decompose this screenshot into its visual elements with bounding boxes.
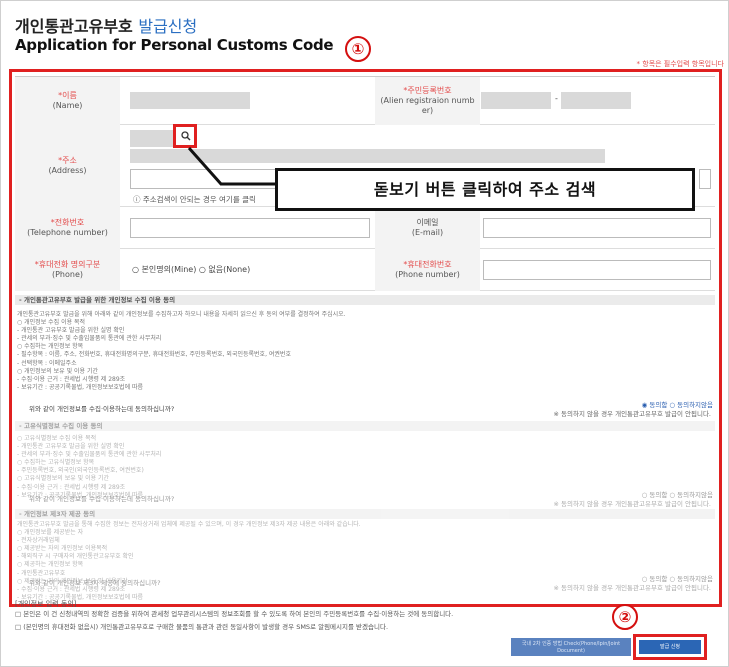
mobile-type-label: *휴대전화 명의구분 (Phone): [15, 249, 120, 291]
notice-line2[interactable]: □ (본인명의 휴대전화 없음시) 개인통관고유부호로 구매한 물품의 통관과 …: [15, 621, 388, 631]
resident-label-kr: *주민등록번호: [403, 86, 452, 95]
application-page: 개인통관고유부호 발급신청 Application for Personal C…: [0, 0, 729, 667]
phone-label: *전화번호 (Telephone number): [15, 207, 120, 249]
name-field[interactable]: [130, 92, 250, 109]
resident-field-first[interactable]: [481, 92, 551, 109]
resident-label: *주민등록번호 (Alien registraion numb er): [375, 77, 480, 125]
sec3-options[interactable]: ○ 동의함 ○ 동의하지않음: [642, 575, 713, 584]
email-label-kr: 이메일: [416, 218, 439, 227]
title-kr-highlight: 발급신청: [138, 17, 198, 36]
phone-label-en: (Telephone number): [27, 228, 108, 237]
mobile-type-options[interactable]: ○ 본인명의(Mine) ○ 없음(None): [132, 264, 250, 275]
sec3-warning: ※ 동의하지 않을 경우 개인통관고유부호 발급이 안됩니다.: [553, 584, 711, 592]
name-label-en: (Name): [52, 101, 83, 110]
page-title-en: Application for Personal Customs Code: [15, 36, 334, 54]
phone-field[interactable]: [130, 218, 370, 238]
address-search-callout: 돋보기 버튼 클릭하여 주소 검색: [275, 168, 695, 211]
sec2-warning: ※ 동의하지 않을 경우 개인통관고유부호 발급이 안됩니다.: [553, 500, 711, 508]
sec1-title: - 개인통관고유부호 발급을 위한 개인정보 수집 이용 동의: [15, 295, 715, 305]
submit-button[interactable]: 발급 신청: [639, 640, 701, 654]
required-note: * 항목은 필수입력 항목입니다: [636, 60, 724, 68]
submit-button-highlight: 발급 신청: [633, 634, 707, 660]
callout-connector: [187, 147, 275, 186]
sec1-warning: ※ 동의하지 않을 경우 개인통관고유부호 발급이 안됩니다.: [553, 410, 711, 418]
sec3-question: 위와 같이 개인정보 제3자 제공에 동의하십니까?: [29, 579, 161, 587]
address-search-button[interactable]: [173, 124, 197, 148]
sec1-body: 개인통관고유부호 발급을 위해 아래와 같이 개인정보를 수집하고자 하오니 내…: [17, 311, 346, 391]
email-label-en: (E-mail): [411, 228, 444, 237]
email-label: 이메일 (E-mail): [375, 207, 480, 249]
mobile-label: *휴대전화번호 (Phone number): [375, 249, 480, 291]
address-label-kr: *주소: [58, 156, 77, 165]
sec3-title: - 개인정보 제3자 제공 동의: [15, 509, 715, 519]
marker-two: ②: [612, 604, 638, 630]
sec2-body: ○ 고유식별정보 수집 이용 목적 - 개인통관 고유부호 발급을 위한 실명 …: [17, 435, 162, 499]
sec1-options[interactable]: ◉ 동의함 ○ 동의하지않음: [642, 401, 713, 410]
mobile-type-label-kr: *휴대전화 명의구분: [34, 260, 101, 269]
resident-label-en: (Alien registraion numb er): [380, 96, 475, 115]
name-label-kr: *이름: [58, 91, 77, 100]
title-kr-text: 개인통관고유부호: [15, 17, 133, 36]
address-extra-field[interactable]: [699, 169, 711, 189]
mobile-type-label-en: (Phone): [51, 270, 84, 279]
email-field[interactable]: [483, 218, 711, 238]
notice-line1[interactable]: □ 본인은 이 건 신청내역의 정확한 검증을 위하여 관세청 업무관리시스템의…: [15, 608, 715, 618]
sec2-question: 위와 같이 개인정보를 수집·이용하는데 동의하십니까?: [29, 495, 175, 503]
marker-one: ①: [345, 36, 371, 62]
name-label: *이름 (Name): [15, 77, 120, 125]
address-label-en: (Address): [48, 166, 87, 175]
sec2-options[interactable]: ○ 동의함 ○ 동의하지않음: [642, 491, 713, 500]
resident-dash: -: [555, 94, 558, 103]
zipcode-field[interactable]: [130, 130, 173, 147]
mobile-label-en: (Phone number): [395, 270, 460, 279]
mobile-label-kr: *휴대전화번호: [403, 260, 452, 269]
mobile-field[interactable]: [483, 260, 711, 280]
agreement-area: - 개인통관고유부호 발급을 위한 개인정보 수집 이용 동의 개인통관고유부호…: [15, 295, 715, 601]
magnifier-icon: [181, 131, 191, 141]
verify-button[interactable]: 국내 2차 인증 방법 Check(Phone/Ipin/Joint Docum…: [511, 638, 631, 656]
resident-field-second[interactable]: [561, 92, 631, 109]
sec1-question: 위와 같이 개인정보를 수집·이용하는데 동의하십니까?: [29, 405, 175, 413]
sec2-title: - 고유식별정보 수집 이용 동의: [15, 421, 715, 431]
phone-label-kr: *전화번호: [50, 218, 85, 227]
address-label: *주소 (Address): [15, 125, 120, 207]
page-title-kr: 개인통관고유부호 발급신청: [15, 13, 197, 37]
